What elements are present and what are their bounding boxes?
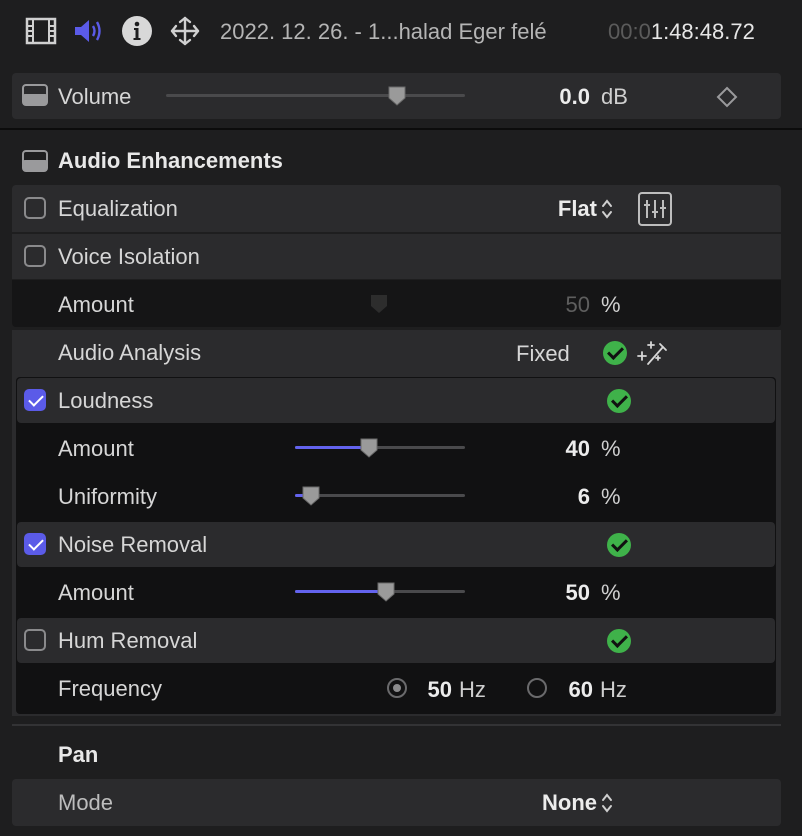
equalization-checkbox[interactable]	[24, 197, 46, 219]
eq-graph-icon[interactable]	[638, 192, 672, 226]
equalization-label: Equalization	[58, 196, 178, 221]
hum-removal-checkbox[interactable]	[24, 629, 46, 651]
pan-title: Pan	[58, 742, 99, 767]
frequency-60-radio[interactable]	[527, 678, 547, 698]
hum-removal-label: Hum Removal	[58, 628, 198, 653]
timecode-value: 1:48:48.72	[650, 19, 755, 44]
pan-mode-label: Mode	[58, 790, 114, 815]
noise-amount-fill	[295, 590, 380, 593]
uniformity-slider[interactable]	[295, 494, 465, 497]
voice-amount-value: 50	[565, 292, 590, 317]
frequency-label: Frequency	[58, 676, 162, 701]
noise-amount-unit: %	[601, 580, 621, 605]
uniformity-value[interactable]: 6	[520, 486, 590, 508]
loudness-amount-slider[interactable]	[295, 446, 465, 449]
loudness-amount-unit: %	[601, 436, 621, 461]
transform-icon[interactable]	[168, 14, 202, 48]
voice-isolation-checkbox[interactable]	[24, 245, 46, 267]
volume-label: Volume	[58, 84, 132, 109]
loudness-label: Loudness	[58, 388, 154, 413]
uniformity-knob[interactable]	[302, 486, 320, 506]
chevron-updown-icon[interactable]	[600, 197, 614, 221]
analysis-ok-icon	[603, 341, 627, 365]
volume-value[interactable]: 0.0	[520, 86, 590, 108]
clip-title: 2022. 12. 26. - 1...halad Eger felé	[220, 19, 547, 44]
loudness-checkbox[interactable]	[24, 389, 46, 411]
voice-isolation-label: Voice Isolation	[58, 244, 200, 269]
volume-unit: dB	[601, 84, 628, 109]
speaker-icon[interactable]	[72, 14, 106, 48]
frequency-60-value: 60	[568, 677, 593, 702]
timecode-leading: 00:0	[608, 19, 651, 44]
frequency-50-radio[interactable]	[387, 678, 407, 698]
audio-analysis-status: Fixed	[516, 341, 570, 366]
pan-mode-row	[12, 779, 781, 826]
noise-amount-value[interactable]: 50	[520, 582, 590, 604]
volume-slider-knob[interactable]	[388, 86, 406, 106]
timecode: 00:01:48:48.72	[608, 19, 755, 45]
noise-removal-checkbox[interactable]	[24, 533, 46, 555]
noise-amount-knob[interactable]	[377, 582, 395, 602]
frequency-50-unit: Hz	[459, 677, 486, 702]
voice-amount-unit: %	[601, 292, 621, 317]
volume-section-icon[interactable]	[22, 84, 48, 106]
pan-mode-value[interactable]: None	[500, 792, 597, 814]
loudness-ok-icon	[607, 389, 631, 413]
voice-amount-label: Amount	[58, 292, 134, 317]
pan-mode-chevron-icon[interactable]	[600, 791, 614, 815]
frequency-50-value: 50	[427, 677, 452, 702]
voice-amount-slider-knob	[370, 294, 388, 314]
magic-wand-icon[interactable]	[636, 338, 668, 368]
noise-amount-label: Amount	[58, 580, 134, 605]
loudness-amount-knob[interactable]	[360, 438, 378, 458]
equalization-preset[interactable]: Flat	[520, 198, 597, 220]
film-icon[interactable]	[24, 14, 58, 48]
keyframe-icon[interactable]	[716, 86, 738, 108]
loudness-amount-label: Amount	[58, 436, 134, 461]
section-divider	[0, 128, 802, 130]
hum-removal-ok-icon	[607, 629, 631, 653]
enhancements-title: Audio Enhancements	[58, 148, 283, 173]
loudness-amount-fill	[295, 446, 363, 449]
enhancements-section-icon[interactable]	[22, 150, 48, 172]
audio-analysis-label: Audio Analysis	[58, 340, 202, 365]
noise-removal-label: Noise Removal	[58, 532, 208, 557]
volume-slider[interactable]	[166, 94, 465, 97]
uniformity-label: Uniformity	[58, 484, 158, 509]
frequency-60-unit: Hz	[600, 677, 627, 702]
loudness-amount-value[interactable]: 40	[520, 438, 590, 460]
info-icon[interactable]	[120, 14, 154, 48]
uniformity-unit: %	[601, 484, 621, 509]
noise-removal-ok-icon	[607, 533, 631, 557]
pan-divider	[12, 724, 781, 726]
